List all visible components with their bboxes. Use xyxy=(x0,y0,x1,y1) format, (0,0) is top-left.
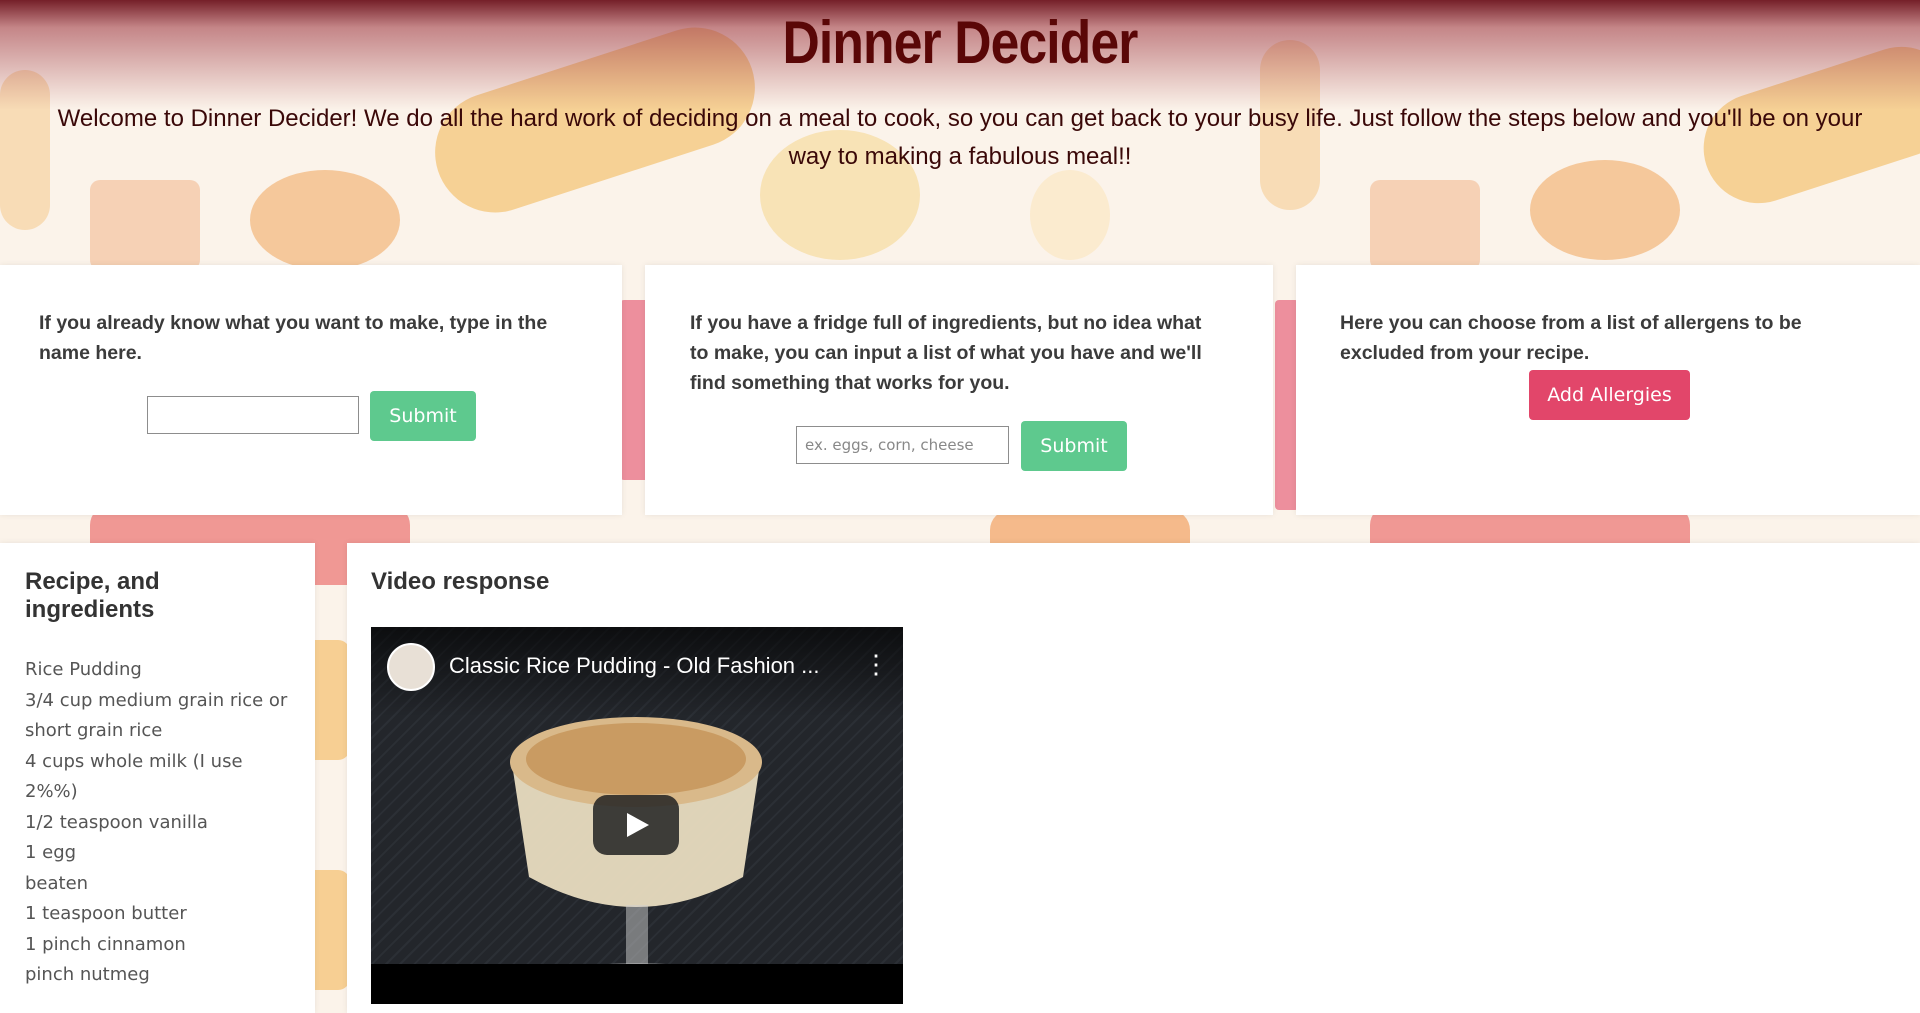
list-item: 4 cups whole milk (I use xyxy=(25,750,243,772)
recipe-title: Recipe, and ingredients xyxy=(25,568,160,624)
ingredients-instructions-line-3: find something that works for you. xyxy=(690,372,1010,394)
channel-avatar-icon[interactable] xyxy=(387,643,435,691)
ingredient-list: Rice Pudding 3/4 cup medium grain rice o… xyxy=(25,655,310,991)
intro-text: Welcome to Dinner Decider! We do all the… xyxy=(0,100,1920,176)
intro-line-1: Welcome to Dinner Decider! We do all the… xyxy=(57,105,1863,132)
allergens-instructions-line-1: Here you can choose from a list of aller… xyxy=(1340,312,1802,334)
video-title[interactable]: Classic Rice Pudding - Old Fashion ... xyxy=(449,653,820,679)
list-item: 1 pinch cinnamon xyxy=(25,933,186,955)
list-item: pinch nutmeg xyxy=(25,964,150,985)
ingredients-instructions-line-1: If you have a fridge full of ingredients… xyxy=(690,312,1202,334)
video-bottom-bar xyxy=(371,964,903,1004)
list-item: 1/2 teaspoon vanilla xyxy=(25,811,208,833)
recipe-name-card: If you already know what you want to mak… xyxy=(0,265,622,515)
play-icon[interactable] xyxy=(593,795,679,855)
recipe-title-line-1: Recipe, and xyxy=(25,568,160,595)
list-item: 1 egg xyxy=(25,842,77,863)
video-player[interactable]: Classic Rice Pudding - Old Fashion ... ⋮ xyxy=(371,627,903,1004)
ingredients-input[interactable] xyxy=(796,426,1009,464)
list-item: beaten xyxy=(25,872,89,894)
list-item: 3/4 cup medium grain rice or xyxy=(25,689,288,711)
more-vert-icon[interactable]: ⋮ xyxy=(863,651,889,677)
recipe-name-instructions-line-2: name here. xyxy=(39,342,142,364)
allergens-instructions-line-2: excluded from your recipe. xyxy=(1340,342,1590,364)
list-item: 2%%) xyxy=(25,781,78,802)
ingredients-instructions-line-2: to make, you can input a list of what yo… xyxy=(690,342,1202,364)
intro-line-2: way to making a fabulous meal!! xyxy=(788,143,1132,170)
recipe-name-instructions-line-1: If you already know what you want to mak… xyxy=(39,312,548,334)
recipe-name-submit-button[interactable]: Submit xyxy=(370,391,476,441)
page-title: Dinner Decider xyxy=(782,9,1138,76)
ingredients-instructions: If you have a fridge full of ingredients… xyxy=(690,308,1202,398)
video-section-title: Video response xyxy=(371,568,550,595)
add-allergies-button[interactable]: Add Allergies xyxy=(1529,370,1690,420)
recipe-name-input[interactable] xyxy=(147,396,359,434)
ingredients-card: If you have a fridge full of ingredients… xyxy=(645,265,1273,515)
ingredients-submit-button[interactable]: Submit xyxy=(1021,421,1127,471)
list-item: short grain rice xyxy=(25,720,163,741)
list-item: Rice Pudding xyxy=(25,659,142,680)
recipe-name-instructions: If you already know what you want to mak… xyxy=(39,308,547,368)
allergens-card: Here you can choose from a list of aller… xyxy=(1296,265,1920,515)
list-item: 1 teaspoon butter xyxy=(25,903,187,924)
recipe-title-line-2: ingredients xyxy=(25,596,155,623)
recipe-card: Recipe, and ingredients Rice Pudding 3/4… xyxy=(0,543,315,1013)
allergens-instructions: Here you can choose from a list of aller… xyxy=(1340,308,1802,368)
